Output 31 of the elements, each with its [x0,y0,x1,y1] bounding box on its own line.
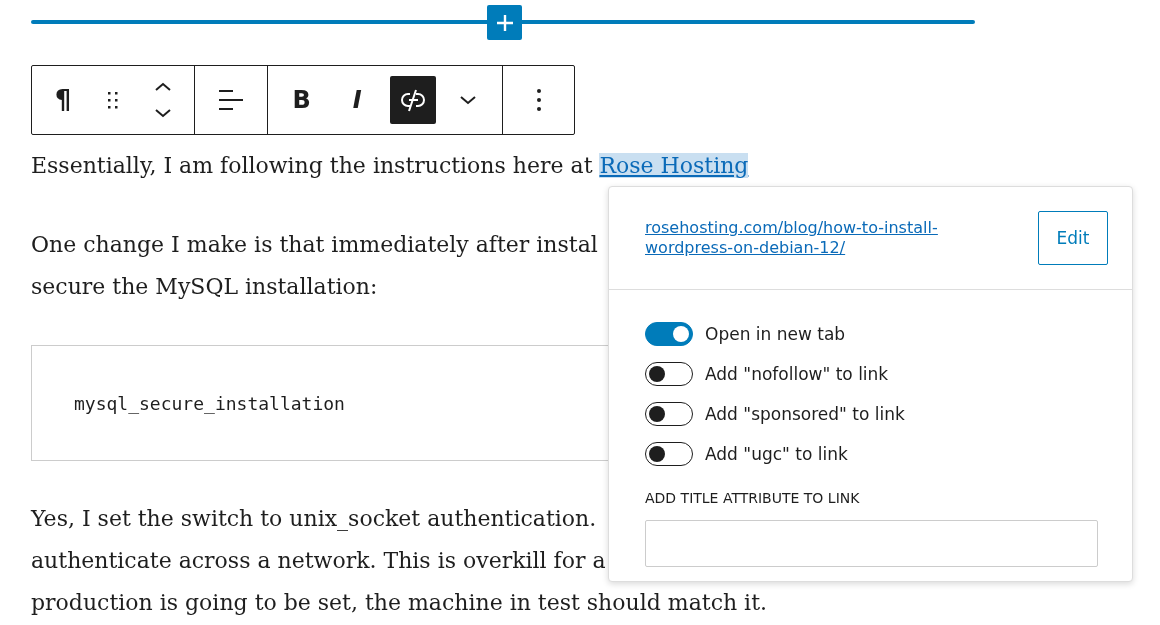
toggle-switch[interactable] [645,442,693,466]
toggle-switch[interactable] [645,402,693,426]
field-label: ADD TITLE ATTRIBUTE TO LINK [645,490,861,506]
bold-button[interactable]: B [278,76,325,124]
url-link[interactable]: rosehosting.com/blog/how-to-install- wordpress-on-debian-12/ [645,218,938,258]
toggle-label: Add "nofollow" to link [705,364,889,384]
toggle-switch[interactable] [645,322,693,346]
paragraph-line: authenticate across a network. This is overkill for a [31,547,606,575]
toggle-label: Add "sponsored" to link [705,404,905,424]
toggle-label: Open in new tab [705,324,846,344]
plus-icon [494,12,515,33]
vertical-ellipsis-icon [535,88,542,112]
paragraph-line: secure the MySQL installation: [31,273,378,301]
add-block-button[interactable] [487,5,522,40]
italic-button[interactable]: I [334,76,381,124]
paragraph-line: Yes, I set the switch to unix_socket authentication. [31,505,597,533]
edit-button[interactable]: Edit [1038,211,1108,265]
paragraph-line: production is going to be set, the machine in test should match it. [31,589,767,617]
text-link[interactable]: Rose Hosting [599,153,749,178]
paragraph-text: Essentially, I am following the instructions here at [31,153,594,178]
toggle-label: Add "ugc" to link [705,444,848,464]
title-input-field[interactable] [645,520,1098,567]
toggle-switch[interactable] [645,362,693,386]
paragraph-button[interactable]: ¶ [40,76,86,124]
paragraph-line: One change I make is that immediately after instal [31,231,598,259]
drag-handle-icon [106,90,120,110]
code-text: mysql_secure_installation [74,392,345,414]
chevron-down-icon [459,94,478,106]
link-button[interactable] [389,76,436,124]
up-down-chevrons-icon [153,81,173,119]
align-left-icon [218,88,244,112]
